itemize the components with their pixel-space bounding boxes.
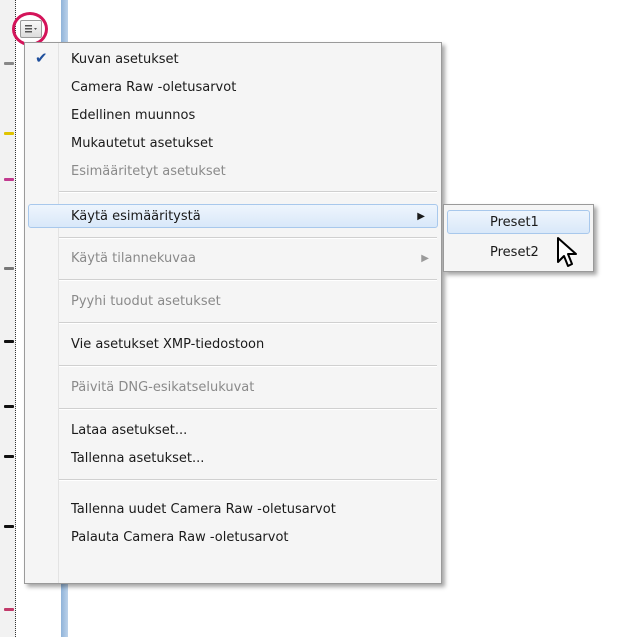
panel-tick <box>4 525 14 528</box>
menu-item-label: Tallenna uudet Camera Raw -oletusarvot <box>71 501 336 517</box>
menu-item-label: Käytä esimääritystä <box>71 208 201 224</box>
menu-item-previous-conversion[interactable]: Edellinen muunnos <box>25 103 441 127</box>
menu-item-update-dng-previews[interactable]: Päivitä DNG-esikatselukuvat <box>25 375 441 399</box>
panel-tick <box>4 455 14 458</box>
menu-item-apply-snapshot[interactable]: Käytä tilannekuvaa ▶ <box>25 246 441 270</box>
settings-flyout-menu: ✔ Kuvan asetukset Camera Raw -oletusarvo… <box>24 42 442 584</box>
menu-item-label: Vie asetukset XMP-tiedostoon <box>71 336 265 352</box>
submenu-item-label: Preset2 <box>490 244 539 260</box>
panel-tick <box>4 405 14 408</box>
submenu-arrow-icon: ▶ <box>421 252 429 264</box>
menu-item-label: Tallenna asetukset... <box>71 450 205 466</box>
menu-item-clear-imported-settings[interactable]: Pyyhi tuodut asetukset <box>25 289 441 313</box>
panel-tick <box>4 132 14 135</box>
panel-tick <box>4 608 14 611</box>
menu-item-load-settings[interactable]: Lataa asetukset... <box>25 418 441 442</box>
menu-item-save-settings[interactable]: Tallenna asetukset... <box>25 446 441 470</box>
menu-separator <box>59 191 437 193</box>
menu-separator <box>59 237 437 239</box>
menu-item-label: Edellinen muunnos <box>71 107 196 123</box>
menu-item-label: Esimääritetyt asetukset <box>71 163 226 179</box>
submenu-arrow-icon: ▶ <box>417 210 425 222</box>
menu-item-label: Palauta Camera Raw -oletusarvot <box>71 529 289 545</box>
menu-item-preset-settings[interactable]: Esimääritetyt asetukset <box>25 159 441 183</box>
menu-item-save-new-defaults[interactable]: Tallenna uudet Camera Raw -oletusarvot <box>25 497 441 521</box>
panel-tick <box>4 62 14 65</box>
panel-tick <box>4 267 14 270</box>
menu-item-image-settings[interactable]: ✔ Kuvan asetukset <box>25 47 441 71</box>
panel-tick <box>4 178 14 181</box>
menu-item-label: Pyyhi tuodut asetukset <box>71 293 221 309</box>
mouse-pointer-icon <box>557 237 577 267</box>
menu-item-label: Päivitä DNG-esikatselukuvat <box>71 379 255 395</box>
menu-item-label: Lataa asetukset... <box>71 422 188 438</box>
menu-item-custom-settings[interactable]: Mukautetut asetukset <box>25 131 441 155</box>
menu-item-label: Mukautetut asetukset <box>71 135 214 151</box>
menu-item-export-xmp[interactable]: Vie asetukset XMP-tiedostoon <box>25 332 441 356</box>
menu-item-reset-defaults[interactable]: Palauta Camera Raw -oletusarvot <box>25 525 441 549</box>
submenu-item-preset1[interactable]: Preset1 <box>447 210 590 234</box>
menu-item-camera-raw-defaults[interactable]: Camera Raw -oletusarvot <box>25 75 441 99</box>
submenu-item-label: Preset1 <box>490 214 539 230</box>
callout-highlight-ring <box>12 12 48 46</box>
menu-separator <box>59 279 437 281</box>
checkmark-icon: ✔ <box>35 49 48 67</box>
menu-separator <box>59 322 437 324</box>
menu-item-label: Käytä tilannekuvaa <box>71 250 196 266</box>
panel-edge-strip <box>0 0 16 637</box>
menu-item-label: Kuvan asetukset <box>71 51 179 67</box>
menu-item-apply-preset[interactable]: Käytä esimääritystä ▶ <box>28 204 438 228</box>
panel-tick <box>4 340 14 343</box>
menu-separator <box>59 365 437 367</box>
menu-item-label: Camera Raw -oletusarvot <box>71 79 237 95</box>
menu-separator <box>59 479 437 481</box>
menu-separator <box>59 408 437 410</box>
